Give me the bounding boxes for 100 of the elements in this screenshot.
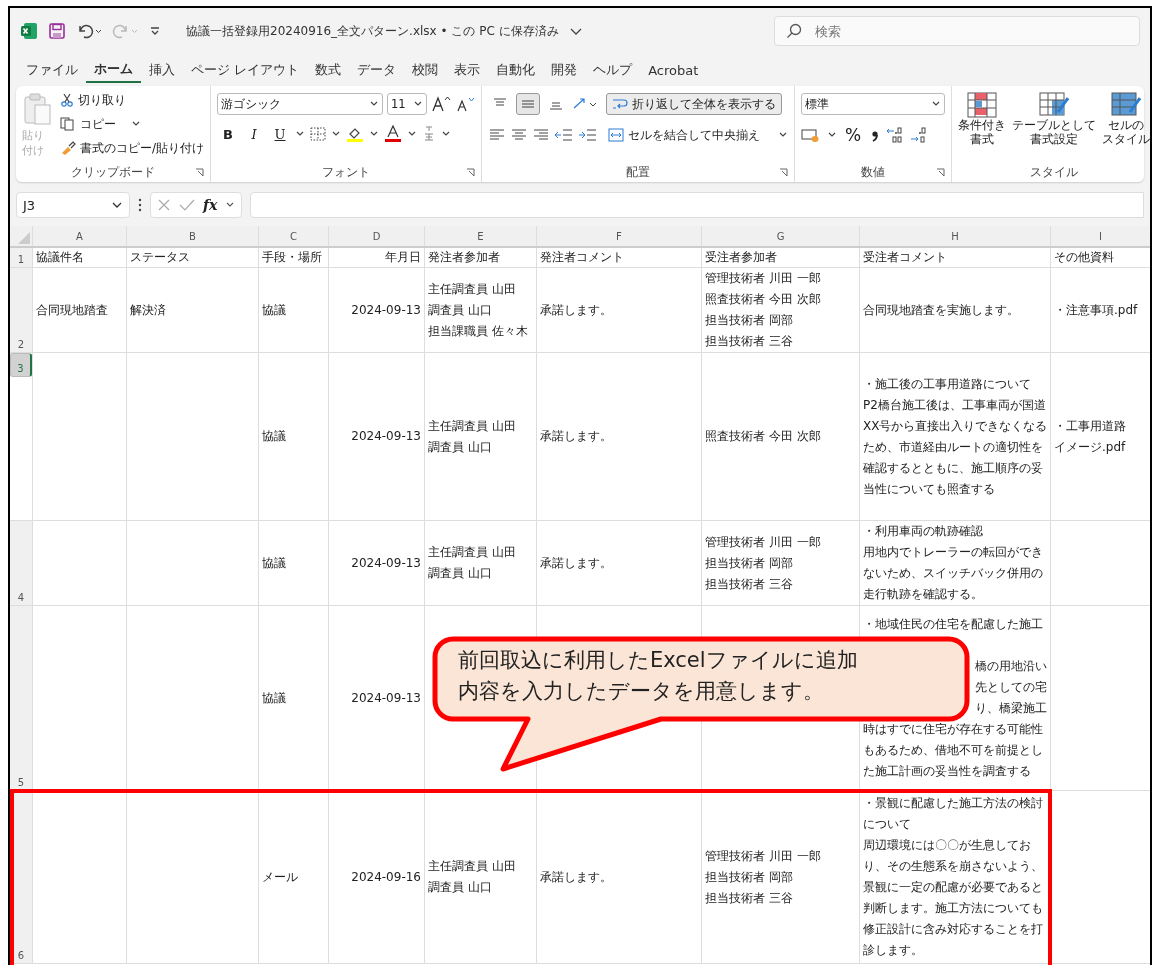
ribbon-tab[interactable]: 校閲	[404, 58, 447, 82]
dialog-launcher-icon[interactable]	[779, 167, 789, 177]
column-header[interactable]: D	[328, 226, 424, 246]
excel-logo-icon	[20, 22, 38, 40]
row-header[interactable]: 5	[10, 606, 32, 790]
column-header[interactable]: E	[424, 226, 536, 246]
cut-button[interactable]: 切り取り	[60, 90, 205, 110]
cell-text: 担当課職員 佐々木	[428, 322, 529, 340]
copy-button[interactable]: コピー	[60, 114, 205, 134]
checkmark-icon[interactable]	[179, 198, 195, 212]
cell-text: 判断します。施工方法についても	[863, 900, 1044, 917]
dialog-launcher-icon[interactable]	[936, 167, 946, 177]
more-options-icon[interactable]	[138, 198, 142, 212]
align-center-icon[interactable]	[510, 128, 529, 142]
font-size-dropdown[interactable]: 11	[387, 93, 428, 115]
conditional-format-button[interactable]: 条件付き 書式	[958, 92, 1007, 146]
cell-text: 承諾します。	[540, 554, 613, 572]
ribbon-tab[interactable]: 開発	[543, 58, 586, 82]
formula-input[interactable]	[250, 192, 1144, 218]
row-header[interactable]: 4	[10, 521, 32, 605]
chevron-down-icon[interactable]	[225, 201, 236, 209]
chevron-down-icon[interactable]	[369, 130, 380, 138]
cell-text: 担当技術者 三谷	[705, 333, 794, 350]
decrease-indent-icon[interactable]	[554, 128, 575, 142]
callout-text: 前回取込に利用したExcelファイルに追加内容を入力したデータを用意します。	[458, 647, 859, 705]
wrap-text-button[interactable]: 折り返して全体を表示する	[606, 93, 783, 115]
insert-function-button[interactable]: fx	[203, 197, 218, 213]
cell-text: 2024-09-16	[351, 868, 421, 886]
ribbon-tab[interactable]: 数式	[307, 58, 350, 82]
cell-format-button[interactable]: セルの スタイル	[1102, 92, 1150, 146]
name-box[interactable]: J3	[16, 192, 130, 218]
cell-text: ・工事用道路	[1054, 417, 1127, 435]
column-header[interactable]: H	[859, 226, 1050, 246]
middle-align-button[interactable]	[516, 93, 541, 115]
cell-text: 承諾します。	[540, 868, 613, 886]
italic-button[interactable]: I	[243, 126, 266, 142]
ribbon-tab[interactable]: ページ レイアウト	[183, 58, 308, 82]
decrease-font-size-icon[interactable]	[455, 95, 476, 113]
cell-text: 担当技術者 岡部	[705, 868, 794, 886]
chevron-down-icon[interactable]	[441, 130, 452, 138]
cell-text: 管理技術者 川田 一郎	[705, 270, 822, 287]
bold-button[interactable]: B	[217, 126, 240, 142]
ribbon-tab[interactable]: データ	[349, 58, 405, 82]
ribbon-tab[interactable]: 表示	[446, 58, 489, 82]
align-left-icon[interactable]	[488, 128, 507, 142]
chevron-down-icon	[413, 100, 424, 108]
cell-text: 主任調査員 山田	[428, 544, 517, 561]
ribbon-tab[interactable]: ファイル	[18, 58, 86, 82]
cell-text: 調査員 山口	[428, 879, 493, 896]
cell-text: 2024-09-13	[351, 689, 421, 707]
cell-text: 先としての宅	[975, 679, 1047, 696]
chevron-down-icon[interactable]	[295, 130, 306, 138]
column-header[interactable]: F	[536, 226, 701, 246]
column-header[interactable]: G	[701, 226, 859, 246]
underline-button[interactable]: U	[269, 126, 292, 142]
cell-text: 受注者参加者	[705, 249, 778, 266]
undo-icon[interactable]	[76, 22, 102, 40]
ribbon-tab[interactable]: Acrobat	[640, 59, 707, 81]
column-header[interactable]: B	[126, 226, 258, 246]
cell-text: 照査技術者 今田 次郎	[705, 291, 822, 308]
format-painter-button[interactable]: 書式のコピー/貼り付け	[60, 138, 205, 158]
group-label: 配置	[626, 163, 651, 181]
chevron-down-icon[interactable]	[407, 130, 418, 138]
group-label: クリップボード	[71, 163, 155, 181]
chevron-down-icon[interactable]	[331, 130, 342, 138]
dialog-launcher-icon[interactable]	[195, 167, 205, 177]
row-header[interactable]: 2	[10, 268, 32, 352]
cell-text: 主任調査員 山田	[428, 858, 517, 875]
column-header[interactable]: C	[258, 226, 328, 246]
column-header[interactable]: I	[1050, 226, 1150, 246]
font-color-icon[interactable]	[383, 125, 404, 143]
ribbon-tab[interactable]: 自動化	[488, 58, 544, 82]
cell-text: 発注者参加者	[428, 249, 501, 266]
ribbon-tab[interactable]: ホーム	[86, 57, 141, 83]
save-icon[interactable]	[48, 22, 66, 40]
cell-text: 用地内でトレーラーの転回ができ	[863, 544, 1044, 561]
cell-text: ・景観に配慮した施工方法の検討	[863, 795, 1044, 812]
align-right-icon[interactable]	[532, 128, 551, 142]
ribbon-tab[interactable]: ヘルプ	[585, 58, 641, 82]
number-format-dropdown[interactable]: 標準	[801, 93, 946, 115]
column-header[interactable]: A	[32, 226, 126, 246]
file-title[interactable]: 協議一括登録用20240916_全文パターン.xlsx • この PC に保存済み	[186, 22, 559, 40]
cell-text: 協議	[262, 428, 287, 445]
ribbon-tab[interactable]: 挿入	[141, 58, 183, 82]
cell-text: イメージ.pdf	[1054, 438, 1127, 456]
cell-text: た施工計画の妥当性を調査する	[863, 763, 1032, 780]
increase-indent-icon[interactable]	[578, 128, 599, 142]
group-label: フォント	[322, 163, 371, 181]
percent-style-button[interactable]: %	[845, 125, 862, 145]
row-header[interactable]: 3	[10, 353, 32, 377]
dialog-launcher-icon[interactable]	[466, 167, 476, 177]
merge-center-button[interactable]: セルを結合して中央揃え	[608, 125, 789, 145]
increase-font-size-icon[interactable]	[431, 95, 452, 113]
search-field[interactable]: 検索	[774, 16, 1140, 46]
chevron-down-icon	[931, 100, 942, 108]
font-name-dropdown[interactable]: 游ゴシック	[217, 93, 384, 115]
chevron-down-icon[interactable]	[827, 131, 838, 139]
cell-text: ないため、スイッチバック併用の	[863, 565, 1044, 582]
row-header[interactable]: 1	[10, 248, 32, 267]
table-format-button[interactable]: テーブルとして 書式設定	[1012, 92, 1097, 146]
